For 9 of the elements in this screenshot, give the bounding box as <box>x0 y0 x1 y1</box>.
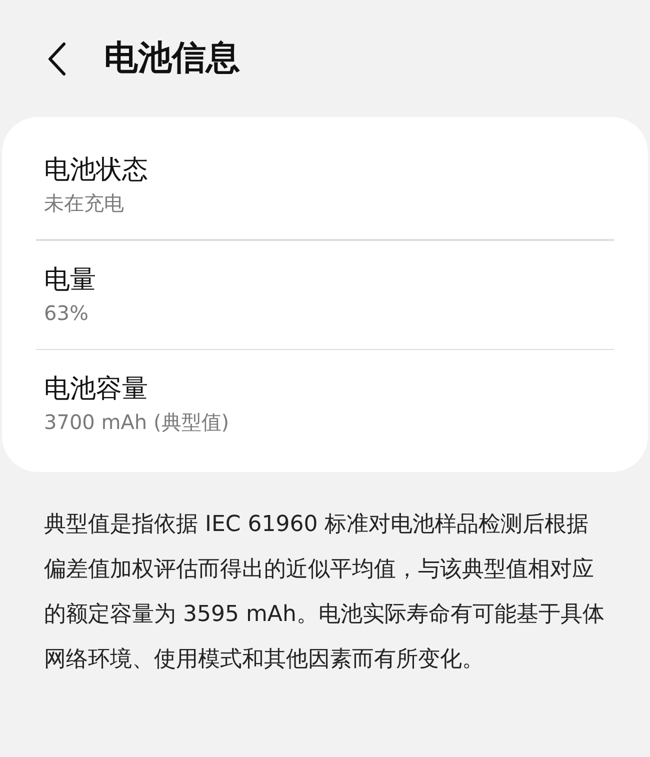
back-icon <box>47 42 67 76</box>
item-value: 3700 mAh (典型值) <box>44 409 230 436</box>
description-text: 典型值是指依据 IEC 61960 标准对电池样品检测后根据偏差值加权评估而得出的近似平均值，与该典型值相对应的额定容量为 3595 mAh。电池实际寿命有可能基于具体网络环境、使用模式和其他因素而有所变化。 <box>43 511 606 674</box>
item-title: 电池状态 <box>44 154 149 187</box>
page-title: 电池信息 <box>104 37 240 80</box>
item-title: 电量 <box>44 264 97 296</box>
item-title: 电池容量 <box>44 373 149 406</box>
item-value: 未在充电 <box>44 190 125 217</box>
item-value: 63% <box>44 300 90 326</box>
